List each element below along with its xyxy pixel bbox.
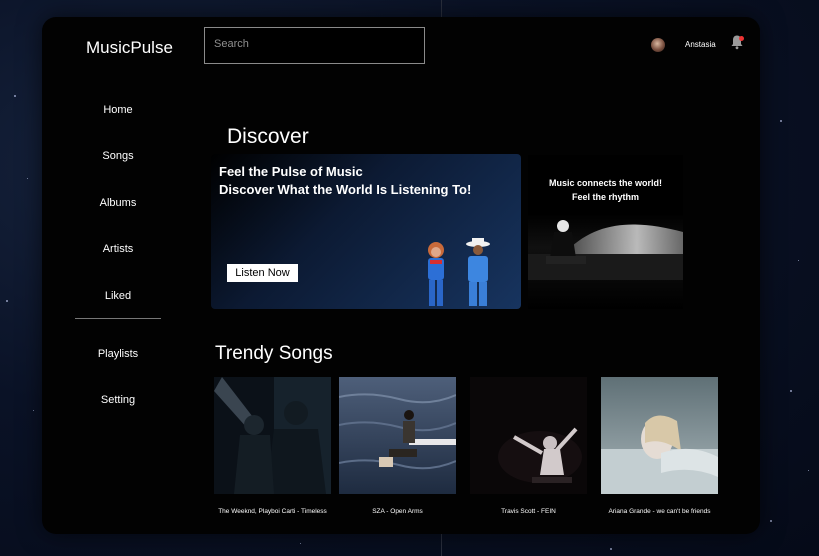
song-card[interactable]: Travis Scott - FEIN xyxy=(470,377,587,515)
background-star xyxy=(33,410,34,411)
sidebar-item-home[interactable]: Home xyxy=(58,104,178,116)
background-star xyxy=(808,470,809,471)
promo-subheadline: Feel the rhythm xyxy=(571,192,639,202)
background-star xyxy=(798,260,799,261)
notification-badge xyxy=(739,36,744,41)
background-star xyxy=(300,543,301,544)
user-name[interactable]: Anstasia xyxy=(685,40,716,49)
sidebar-divider xyxy=(75,318,161,319)
sidebar-item-liked[interactable]: Liked xyxy=(58,290,178,302)
background-divider xyxy=(441,0,442,17)
hero-subheadline: Discover What the World Is Listening To! xyxy=(219,182,472,197)
sidebar-item-albums[interactable]: Albums xyxy=(58,197,178,209)
song-cover-image[interactable] xyxy=(338,377,457,494)
app-logo[interactable]: MusicPulse xyxy=(86,38,173,58)
search-placeholder: Search xyxy=(214,38,249,50)
discover-heading: Discover xyxy=(227,125,309,148)
background-star xyxy=(790,390,792,392)
hero-artists-image xyxy=(428,238,490,306)
hero-headline: Feel the Pulse of Music xyxy=(219,164,363,179)
trendy-songs-heading: Trendy Songs xyxy=(215,343,333,364)
song-card[interactable]: Ariana Grande - we can't be friends xyxy=(601,377,718,515)
song-cover-image[interactable] xyxy=(214,377,331,494)
background-star xyxy=(780,120,782,122)
song-card[interactable]: The Weeknd, Playboi Carti - Timeless xyxy=(214,377,331,515)
background-star xyxy=(610,548,612,550)
song-title[interactable]: Ariana Grande - we can't be friends xyxy=(601,508,718,515)
listen-now-button[interactable]: Listen Now xyxy=(227,264,298,282)
song-cover-image[interactable] xyxy=(470,377,587,494)
search-input[interactable]: Search xyxy=(204,27,425,64)
sidebar-item-playlists[interactable]: Playlists xyxy=(58,348,178,360)
sidebar-item-songs[interactable]: Songs xyxy=(58,150,178,162)
avatar[interactable] xyxy=(651,38,665,52)
background-star xyxy=(6,300,8,302)
promo-performer-image xyxy=(528,220,683,280)
sidebar-item-setting[interactable]: Setting xyxy=(58,394,178,406)
song-cover-image[interactable] xyxy=(601,377,718,494)
song-title[interactable]: SZA - Open Arms xyxy=(339,508,456,515)
background-divider xyxy=(441,534,442,556)
hero-banner[interactable]: Feel the Pulse of Music Discover What th… xyxy=(211,154,521,309)
promo-headline: Music connects the world! xyxy=(548,178,662,188)
song-title[interactable]: The Weeknd, Playboi Carti - Timeless xyxy=(214,508,331,515)
background-star xyxy=(770,520,772,522)
song-card[interactable]: SZA - Open Arms xyxy=(338,377,457,515)
song-title[interactable]: Travis Scott - FEIN xyxy=(470,508,587,515)
app-window: MusicPulse Search Anstasia Home Songs Al… xyxy=(42,17,760,534)
background-star xyxy=(14,95,16,97)
background-star xyxy=(27,178,28,179)
promo-banner[interactable]: Music connects the world! Feel the rhyth… xyxy=(528,155,683,309)
sidebar-item-artists[interactable]: Artists xyxy=(58,243,178,255)
